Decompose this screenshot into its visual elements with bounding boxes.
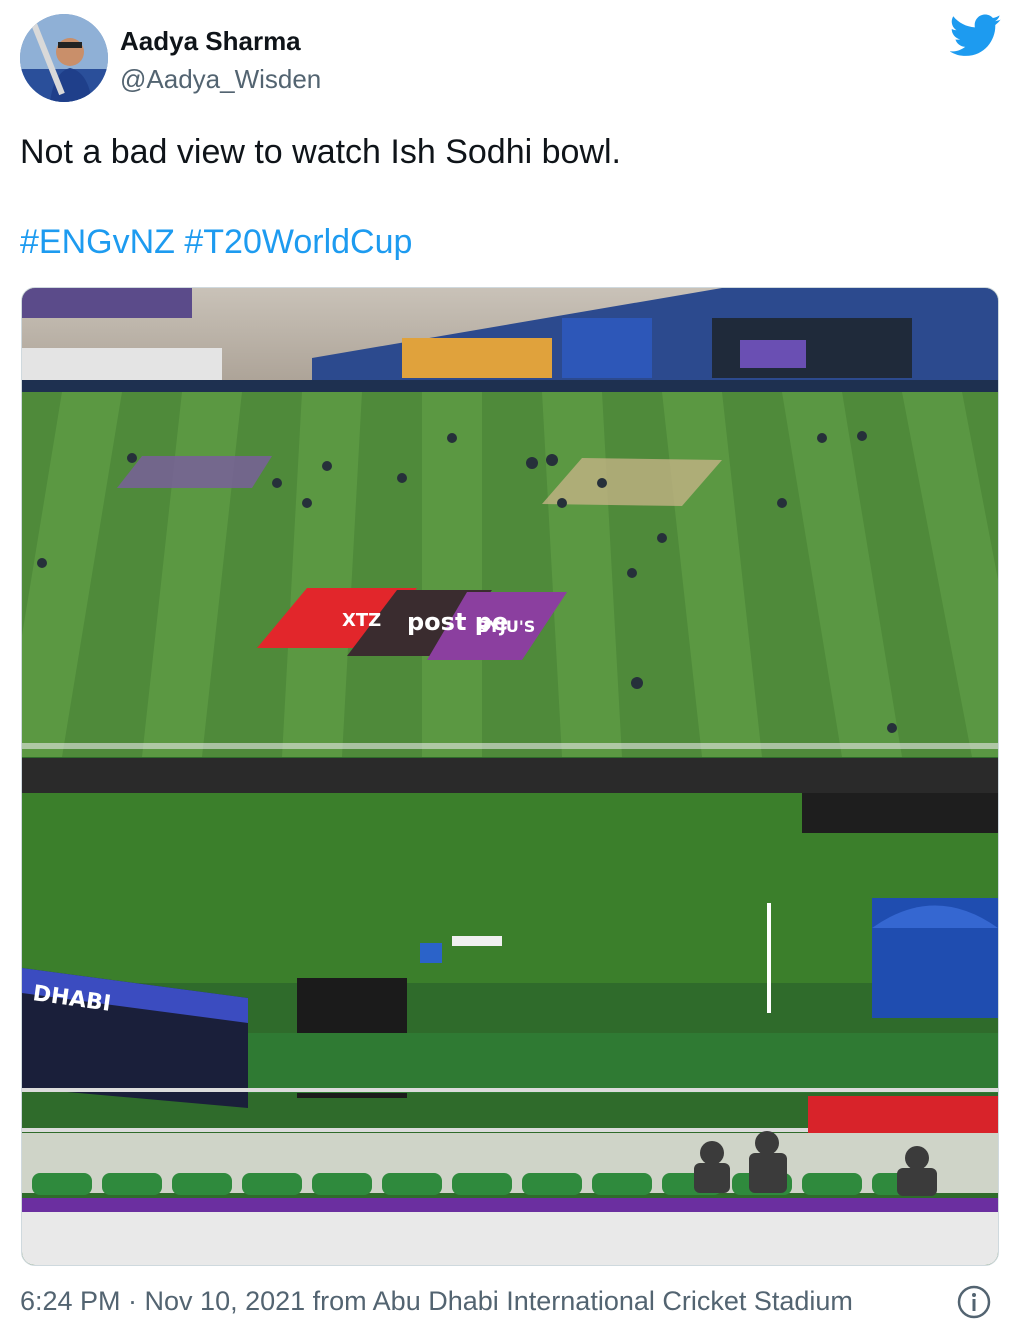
tweet-photo[interactable]: XTZ post pe BYJU'S DHABI <box>21 287 999 1266</box>
ground-logo-1: XTZ <box>342 610 381 631</box>
twitter-bird-icon[interactable] <box>949 14 1002 58</box>
hashtag-list: #ENGvNZ #T20WorldCup <box>20 220 412 264</box>
tweet-text: Not a bad view to watch Ish Sodhi bowl. <box>20 133 621 171</box>
info-icon[interactable] <box>956 1284 992 1320</box>
author-handle[interactable]: @Aadya_Wisden <box>120 64 321 95</box>
ground-logo-3: BYJU'S <box>477 617 535 636</box>
author-avatar[interactable] <box>20 14 108 102</box>
hashtag-engvnz[interactable]: #ENGvNZ <box>20 223 175 261</box>
author-name[interactable]: Aadya Sharma <box>120 26 301 57</box>
tweet-timestamp[interactable]: 6:24 PM · Nov 10, 2021 from Abu Dhabi In… <box>20 1286 853 1317</box>
avatar-image <box>20 14 108 102</box>
hashtag-t20worldcup[interactable]: #T20WorldCup <box>184 223 412 261</box>
stadium-photo: XTZ post pe BYJU'S DHABI <box>22 288 998 1265</box>
